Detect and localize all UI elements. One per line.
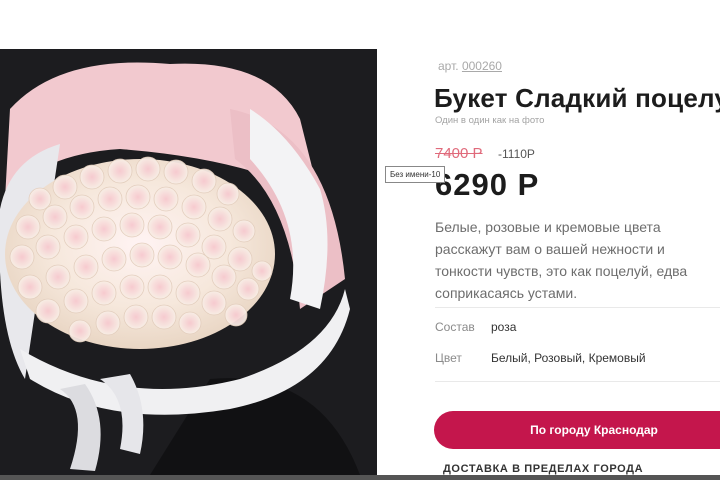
property-label-color: Цвет xyxy=(435,351,462,365)
sku-label: арт. xyxy=(438,59,459,73)
old-price: 7400 Р xyxy=(435,145,483,162)
delivery-city-button[interactable]: По городу Краснодар xyxy=(434,411,720,449)
property-label-composition: Состав xyxy=(435,320,475,334)
product-title: Букет Сладкий поцелуй xyxy=(434,83,720,113)
property-value-color: Белый, Розовый, Кремовый xyxy=(491,351,646,365)
delivery-option[interactable]: ДОСТАВКА В ПРЕДЕЛАХ ГОРОДА xyxy=(443,463,643,475)
product-subtitle: Один в один как на фото xyxy=(435,115,545,126)
bottom-bar xyxy=(0,475,720,480)
discount-amount: -1110Р xyxy=(498,147,535,161)
sku: арт. 000260 xyxy=(438,59,502,73)
divider xyxy=(435,381,720,382)
divider xyxy=(435,307,720,308)
product-info: арт. 000260 Букет Сладкий поцелуй Один в… xyxy=(377,49,720,480)
property-value-composition: роза xyxy=(491,320,517,334)
current-price: 6290 Р xyxy=(435,167,540,202)
layer-name-tooltip: Без имени-10 xyxy=(385,166,446,183)
sku-number[interactable]: 000260 xyxy=(462,59,502,73)
product-photo xyxy=(0,49,377,475)
product-description: Белые, розовые и кремовые цвета расскажу… xyxy=(435,219,688,301)
